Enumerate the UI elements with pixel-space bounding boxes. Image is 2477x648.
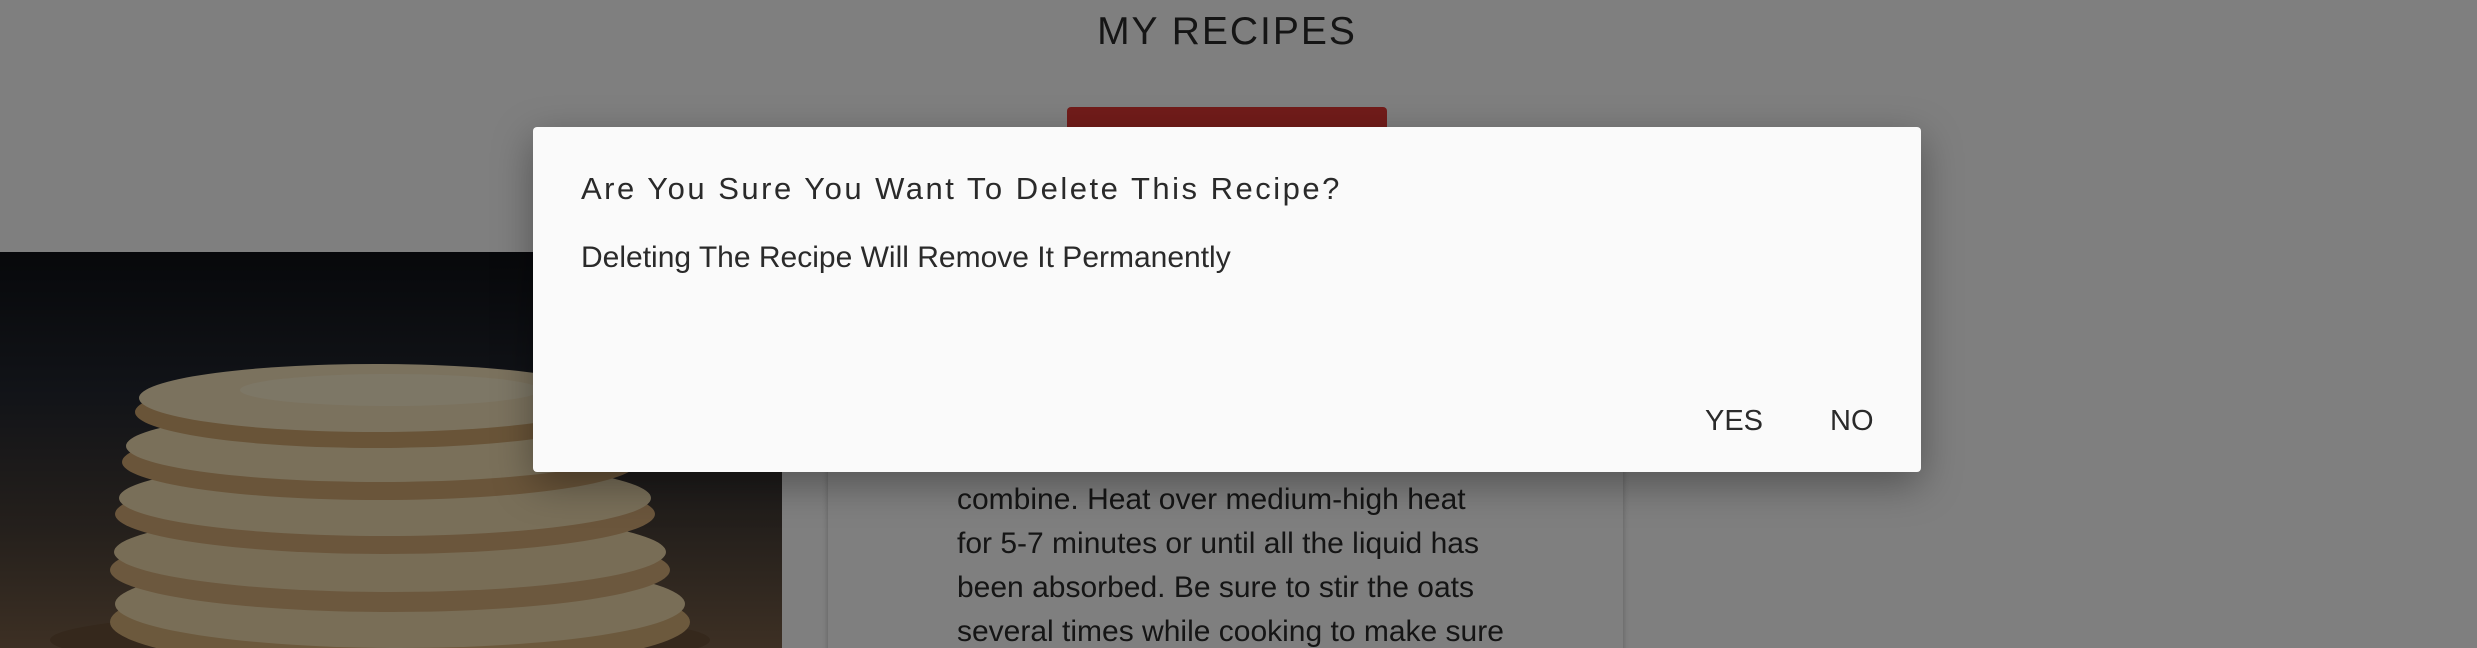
yes-button[interactable]: YES: [1693, 393, 1775, 449]
dialog-message: Deleting The Recipe Will Remove It Perma…: [581, 241, 1231, 274]
delete-confirm-dialog: Are You Sure You Want To Delete This Rec…: [533, 127, 1921, 472]
recipes-page: MY RECIPES combine. Heat over medium-hig…: [0, 0, 2477, 648]
dialog-title: Are You Sure You Want To Delete This Rec…: [581, 171, 1342, 206]
no-button[interactable]: NO: [1818, 393, 1886, 449]
